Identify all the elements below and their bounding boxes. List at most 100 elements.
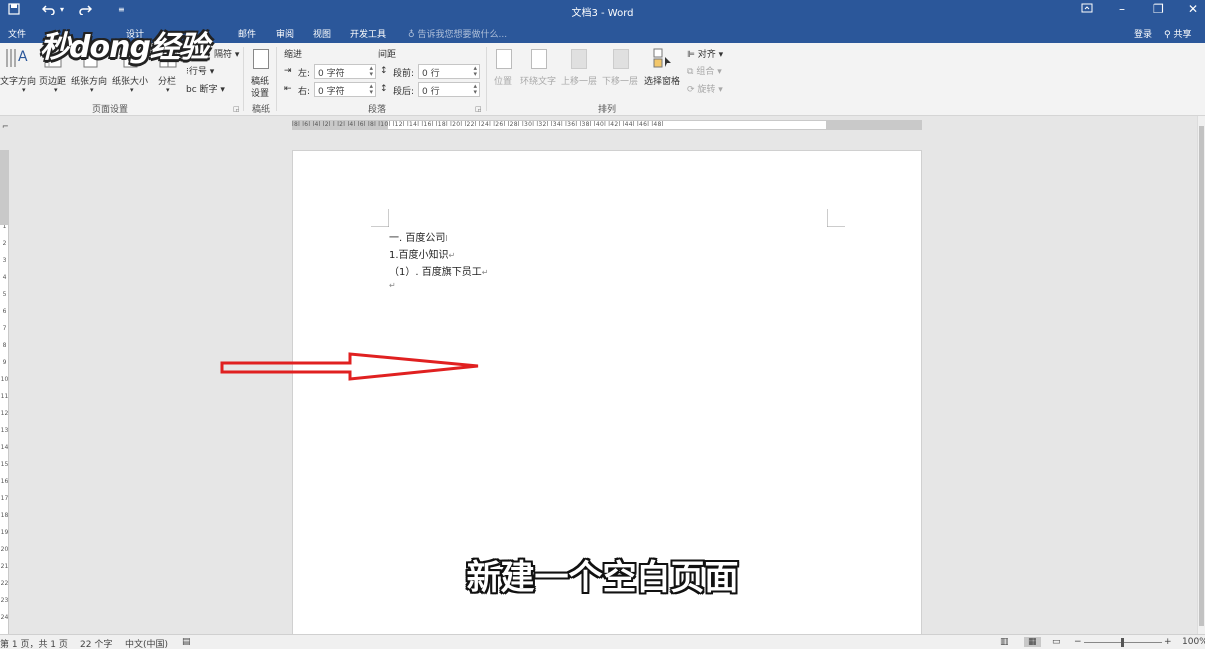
spinner-icon[interactable]: ▴ ▾ — [369, 65, 373, 78]
chevron-down-icon: ▾ — [166, 86, 170, 94]
group-separator — [243, 47, 244, 111]
share-label: 共享 — [1173, 30, 1192, 40]
spinner-icon[interactable]: ▴ ▾ — [473, 83, 477, 96]
watermark-logo: 秒dong经验 — [40, 30, 209, 65]
group-button[interactable]: ⧉ 组合 ▾ — [687, 64, 722, 77]
line-numbers-label: 行号 — [188, 67, 207, 77]
wrap-text-button[interactable]: 环绕文字 — [520, 74, 556, 87]
indent-left-input[interactable]: 0 字符 ▴ ▾ — [314, 64, 376, 79]
indent-right-input[interactable]: 0 字符 ▴ ▾ — [314, 82, 376, 97]
zoom-out-button[interactable]: − — [1074, 637, 1082, 647]
hyphenation-icon: bc — [186, 85, 197, 95]
share-button[interactable]: ⚲ 共享 — [1164, 27, 1191, 40]
vertical-ruler-number: 8 — [3, 342, 7, 349]
wrap-text-icon — [531, 49, 547, 69]
word-count[interactable]: 22 个字 — [80, 637, 112, 649]
margins-button[interactable]: 页边距 — [39, 74, 66, 87]
macro-record-icon[interactable]: ▤ — [182, 637, 191, 647]
print-layout-icon[interactable]: ▦ — [1024, 637, 1041, 647]
spacing-after-input[interactable]: 0 行 ▴ ▾ — [418, 82, 480, 97]
tab-file[interactable]: 文件 — [8, 27, 26, 40]
vertical-ruler-number: 18 — [1, 512, 9, 519]
vertical-ruler-number: 6 — [3, 308, 7, 315]
rotate-icon: ⟳ — [687, 85, 695, 95]
document-line-4[interactable]: ↵ — [389, 280, 396, 291]
rotate-button[interactable]: ⟳ 旋转 ▾ — [687, 82, 723, 95]
selection-pane-icon — [652, 47, 674, 72]
dialog-launcher-icon[interactable]: ◲ — [233, 105, 240, 113]
indent-left-icon: ⇥ — [284, 66, 292, 76]
hyphenation-button[interactable]: bc 断字 ▾ — [186, 82, 225, 95]
spacing-before-value: 0 行 — [422, 69, 440, 79]
person-icon: ⚲ — [1164, 30, 1171, 40]
language-indicator[interactable]: 中文(中国) — [125, 637, 168, 649]
zoom-in-button[interactable]: + — [1164, 637, 1172, 647]
align-button[interactable]: ⊫ 对齐 ▾ — [687, 47, 723, 60]
status-bar: 第 1 页，共 1 页 22 个字 中文(中国) ▤ ▥ ▦ ▭ − + 100… — [0, 634, 1205, 649]
vertical-ruler-number: 17 — [1, 495, 9, 502]
ribbon-display-icon[interactable] — [1081, 2, 1093, 17]
video-caption: 新建一个空白页面 — [466, 558, 739, 598]
tab-stop-selector[interactable]: ⌐ — [2, 122, 9, 131]
rotate-label: 旋转 — [697, 85, 716, 95]
close-button[interactable]: ✕ — [1188, 2, 1198, 16]
chevron-down-icon: ▾ — [90, 86, 94, 94]
text-direction-icon: A — [4, 47, 30, 72]
zoom-slider-thumb[interactable] — [1121, 638, 1124, 647]
indent-left-label: 左: — [298, 69, 311, 79]
spacing-after-label: 段后: — [393, 87, 415, 97]
paragraph-group-label: 段落 — [368, 105, 387, 115]
tell-me-search[interactable]: ♁ 告诉我您想要做什么... — [408, 27, 507, 40]
spinner-icon[interactable]: ▴ ▾ — [369, 83, 373, 96]
spacing-header: 间距 — [378, 50, 397, 60]
align-label: 对齐 — [697, 50, 716, 60]
vertical-ruler-number: 14 — [1, 444, 9, 451]
tell-me-text: 告诉我您想要做什么... — [417, 30, 508, 40]
orientation-button[interactable]: 纸张方向 — [71, 74, 107, 87]
svg-text:A: A — [18, 49, 28, 65]
send-backward-button[interactable]: 下移一层 — [602, 74, 638, 87]
web-layout-icon[interactable]: ▭ — [1052, 637, 1061, 647]
horizontal-ruler[interactable]: l8l l6l l4l l2l l l2l l4l l6l l8l l10l l… — [292, 120, 922, 130]
tab-developer[interactable]: 开发工具 — [350, 27, 386, 40]
spacing-before-input[interactable]: 0 行 ▴ ▾ — [418, 64, 480, 79]
line-numbers-button[interactable]: ⁝行号 ▾ — [186, 64, 214, 77]
vertical-ruler-number: 15 — [1, 461, 9, 468]
document-line-3[interactable]: （1）. 百度旗下员工↵ — [389, 263, 488, 278]
vertical-ruler-number: 12 — [1, 410, 9, 417]
vertical-ruler-number: 9 — [3, 359, 7, 366]
crop-mark-top-left — [371, 209, 389, 227]
tab-mailings[interactable]: 邮件 — [238, 27, 256, 40]
window-title: 文档3 - Word — [571, 8, 634, 19]
chevron-down-icon: ▾ — [22, 86, 26, 94]
indent-right-icon: ⇤ — [284, 84, 292, 94]
document-line-1[interactable]: 一. 百度公司I — [389, 229, 448, 244]
spinner-icon[interactable]: ▴ ▾ — [473, 65, 477, 78]
arrange-group-label: 排列 — [598, 105, 617, 115]
breaks-button[interactable]: 隔符 ▾ — [214, 47, 239, 60]
login-link[interactable]: 登录 — [1134, 27, 1152, 40]
group-separator — [486, 47, 487, 111]
ruler-ticks: l8l l6l l4l l2l l l2l l4l l6l l8l l10l l… — [292, 121, 664, 128]
vertical-ruler-number: 7 — [3, 325, 7, 332]
tab-view[interactable]: 视图 — [313, 27, 331, 40]
bring-forward-icon — [571, 49, 587, 69]
manuscript-settings-line2: 设置 — [251, 89, 270, 99]
spacing-after-icon: ↕ — [380, 84, 388, 94]
bring-forward-button[interactable]: 上移一层 — [561, 74, 597, 87]
read-mode-icon[interactable]: ▥ — [1000, 637, 1009, 647]
minimize-button[interactable]: – — [1119, 2, 1125, 16]
restore-button[interactable]: ❐ — [1153, 2, 1164, 16]
text-direction-button[interactable]: 文字方向 — [0, 74, 36, 87]
tab-review[interactable]: 审阅 — [276, 27, 294, 40]
dialog-launcher-icon[interactable]: ◲ — [475, 105, 482, 113]
paragraph-mark-icon: ↵ — [448, 251, 456, 260]
position-button[interactable]: 位置 — [494, 74, 512, 87]
page-count[interactable]: 第 1 页，共 1 页 — [0, 637, 68, 649]
indent-header: 缩进 — [284, 50, 303, 60]
selection-pane-button[interactable]: 选择窗格 — [644, 74, 680, 87]
zoom-level[interactable]: 100% — [1182, 637, 1205, 647]
position-icon — [496, 49, 512, 69]
document-line-2[interactable]: 1.百度小知识↵ — [389, 246, 455, 261]
text-cursor-icon: I — [445, 234, 448, 243]
